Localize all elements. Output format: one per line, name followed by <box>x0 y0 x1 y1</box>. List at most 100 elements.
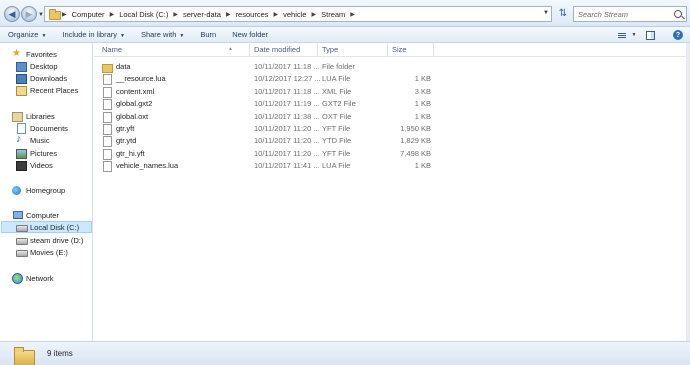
search-box[interactable] <box>573 6 687 22</box>
recent-places-icon <box>16 85 27 96</box>
column-header-date[interactable]: Date modified <box>250 43 318 57</box>
file-list[interactable]: Name ▲ Date modified Type Size data 10/11… <box>94 43 686 341</box>
chevron-right-icon[interactable]: ▶ <box>348 11 357 18</box>
table-row[interactable]: data 10/11/2017 11:18 ... File folder <box>94 61 454 73</box>
change-view-button[interactable] <box>614 29 630 41</box>
nav-item-pictures[interactable]: Pictures <box>16 147 57 159</box>
file-name: global.oxt <box>116 111 149 121</box>
nav-item-documents[interactable]: Documents <box>16 122 68 134</box>
help-button[interactable]: ? <box>672 29 684 41</box>
column-header-type[interactable]: Type <box>318 43 388 57</box>
breadcrumb-vehicle[interactable]: vehicle <box>280 10 309 19</box>
nav-item-label: steam drive (D:) <box>30 235 84 245</box>
table-row[interactable]: gtr.ytd 10/11/2017 11:20 ... YTD File 1,829… <box>94 135 454 148</box>
star-icon: ★ <box>12 48 21 59</box>
preview-pane-button[interactable] <box>644 29 656 41</box>
table-row[interactable]: __resource.lua 10/12/2017 12:27 ... LUA Fi… <box>94 73 454 86</box>
nav-item-recent-places[interactable]: Recent Places <box>16 84 78 96</box>
nav-item-music[interactable]: Music <box>16 133 50 146</box>
share-with-button[interactable]: Share with ▼ <box>133 30 192 39</box>
size-cell: 1,950 KB <box>400 124 431 133</box>
nav-favorites[interactable]: ★ Favorites <box>12 48 57 60</box>
nav-item-steam-drive-d[interactable]: steam drive (D:) <box>16 234 83 246</box>
music-icon <box>16 133 26 145</box>
chevron-right-icon[interactable]: ▶ <box>108 11 117 18</box>
chevron-right-icon[interactable]: ▶ <box>171 11 180 18</box>
breadcrumb-stream[interactable]: Stream <box>318 10 348 19</box>
column-header-name[interactable]: Name ▲ <box>98 43 250 57</box>
size-cell <box>392 61 431 73</box>
table-row[interactable]: global.gxt2 10/11/2017 11:19 ... GXT2 File… <box>94 98 454 111</box>
item-count: 9 items <box>47 349 73 358</box>
file-name-cell[interactable]: content.xml <box>102 86 154 98</box>
vertical-scrollbar[interactable] <box>686 43 690 341</box>
file-name-cell[interactable]: global.gxt2 <box>102 98 152 111</box>
file-name-cell[interactable]: gtr_hi.yft <box>102 148 145 160</box>
type-cell: OXT File <box>322 111 352 121</box>
nav-libraries[interactable]: Libraries <box>12 110 55 122</box>
drive-icon <box>16 235 28 245</box>
chevron-down-icon[interactable]: ▼ <box>543 10 549 16</box>
videos-icon <box>16 160 27 171</box>
size-cell: 1 KB <box>414 74 431 84</box>
nav-homegroup[interactable]: Homegroup <box>12 184 65 196</box>
breadcrumb-server-data[interactable]: server-data <box>180 10 224 19</box>
table-row[interactable]: content.xml 10/11/2017 11:18 ... XML File 3… <box>94 86 454 98</box>
forward-button[interactable]: ▶ <box>21 6 37 22</box>
file-name-cell[interactable]: data <box>102 61 131 73</box>
date-modified-cell: 10/11/2017 11:19 ... <box>254 99 320 109</box>
search-input[interactable] <box>578 9 673 19</box>
nav-item-label: Downloads <box>30 73 68 83</box>
navigation-pane: ★ Favorites Desktop Downloads Recent Pla… <box>0 43 93 341</box>
nav-computer[interactable]: Computer <box>12 209 59 221</box>
computer-icon <box>12 210 23 220</box>
nav-item-videos[interactable]: Videos <box>16 159 53 171</box>
table-row[interactable]: gtr_hi.yft 10/11/2017 11:20 ... YFT File 7,… <box>94 148 454 160</box>
size-cell: 1,829 KB <box>400 136 431 146</box>
chevron-right-icon[interactable]: ▶ <box>224 11 233 18</box>
network-icon <box>12 273 23 284</box>
nav-item-downloads[interactable]: Downloads <box>16 72 67 84</box>
file-name-cell[interactable]: vehicle_names.lua <box>102 160 178 173</box>
chevron-right-icon[interactable]: ▶ <box>309 11 318 18</box>
folder-icon <box>102 62 113 73</box>
nav-item-label: Videos <box>30 160 53 170</box>
nav-item-label: Recent Places <box>30 85 79 95</box>
type-cell: GXT2 File <box>322 99 356 109</box>
table-row[interactable]: global.oxt 10/11/2017 11:38 ... OXT File 1 … <box>94 111 454 123</box>
nav-item-local-disk-c[interactable]: Local Disk (C:) <box>1 221 92 233</box>
search-icon[interactable] <box>674 10 682 18</box>
file-icon <box>102 124 112 135</box>
back-button[interactable]: ◀ <box>4 6 20 22</box>
column-header-label: Name <box>102 45 123 54</box>
file-icon <box>102 111 112 123</box>
breadcrumb[interactable]: ▶ Computer ▶ Local Disk (C:) ▶ server-da… <box>44 6 552 22</box>
view-options-dropdown[interactable]: ▼ <box>630 29 638 41</box>
chevron-right-icon[interactable]: ▶ <box>60 11 69 18</box>
file-name-cell[interactable]: global.oxt <box>102 111 148 123</box>
new-folder-button[interactable]: New folder <box>224 30 276 39</box>
nav-network[interactable]: Network <box>12 272 54 284</box>
nav-item-label: Pictures <box>30 148 58 158</box>
organize-label: Organize <box>8 30 39 39</box>
size-cell: 1 KB <box>414 161 431 171</box>
back-arrow-icon: ◀ <box>8 8 16 19</box>
include-in-library-button[interactable]: Include in library ▼ <box>54 30 133 39</box>
nav-item-desktop[interactable]: Desktop <box>16 60 58 72</box>
burn-button[interactable]: Burn <box>192 30 224 39</box>
breadcrumb-local-disk[interactable]: Local Disk (C:) <box>116 10 171 19</box>
breadcrumb-computer[interactable]: Computer <box>69 10 108 19</box>
file-name-cell[interactable]: __resource.lua <box>102 73 166 86</box>
nav-item-movies-e[interactable]: Movies (E:) <box>16 246 68 258</box>
table-row[interactable]: vehicle_names.lua 10/11/2017 11:41 ... LUA… <box>94 160 454 173</box>
refresh-button[interactable]: ⇅ <box>556 7 570 21</box>
file-name: __resource.lua <box>116 74 166 84</box>
file-name-cell[interactable]: gtr.yft <box>102 123 134 135</box>
chevron-right-icon[interactable]: ▶ <box>272 11 281 18</box>
organize-button[interactable]: Organize ▼ <box>0 30 54 39</box>
share-with-label: Share with <box>140 30 177 39</box>
table-row[interactable]: gtr.yft 10/11/2017 11:20 ... YFT File 1,950… <box>94 123 454 135</box>
file-name-cell[interactable]: gtr.ytd <box>102 135 136 148</box>
column-header-size[interactable]: Size <box>388 43 434 57</box>
breadcrumb-resources[interactable]: resources <box>233 10 272 19</box>
